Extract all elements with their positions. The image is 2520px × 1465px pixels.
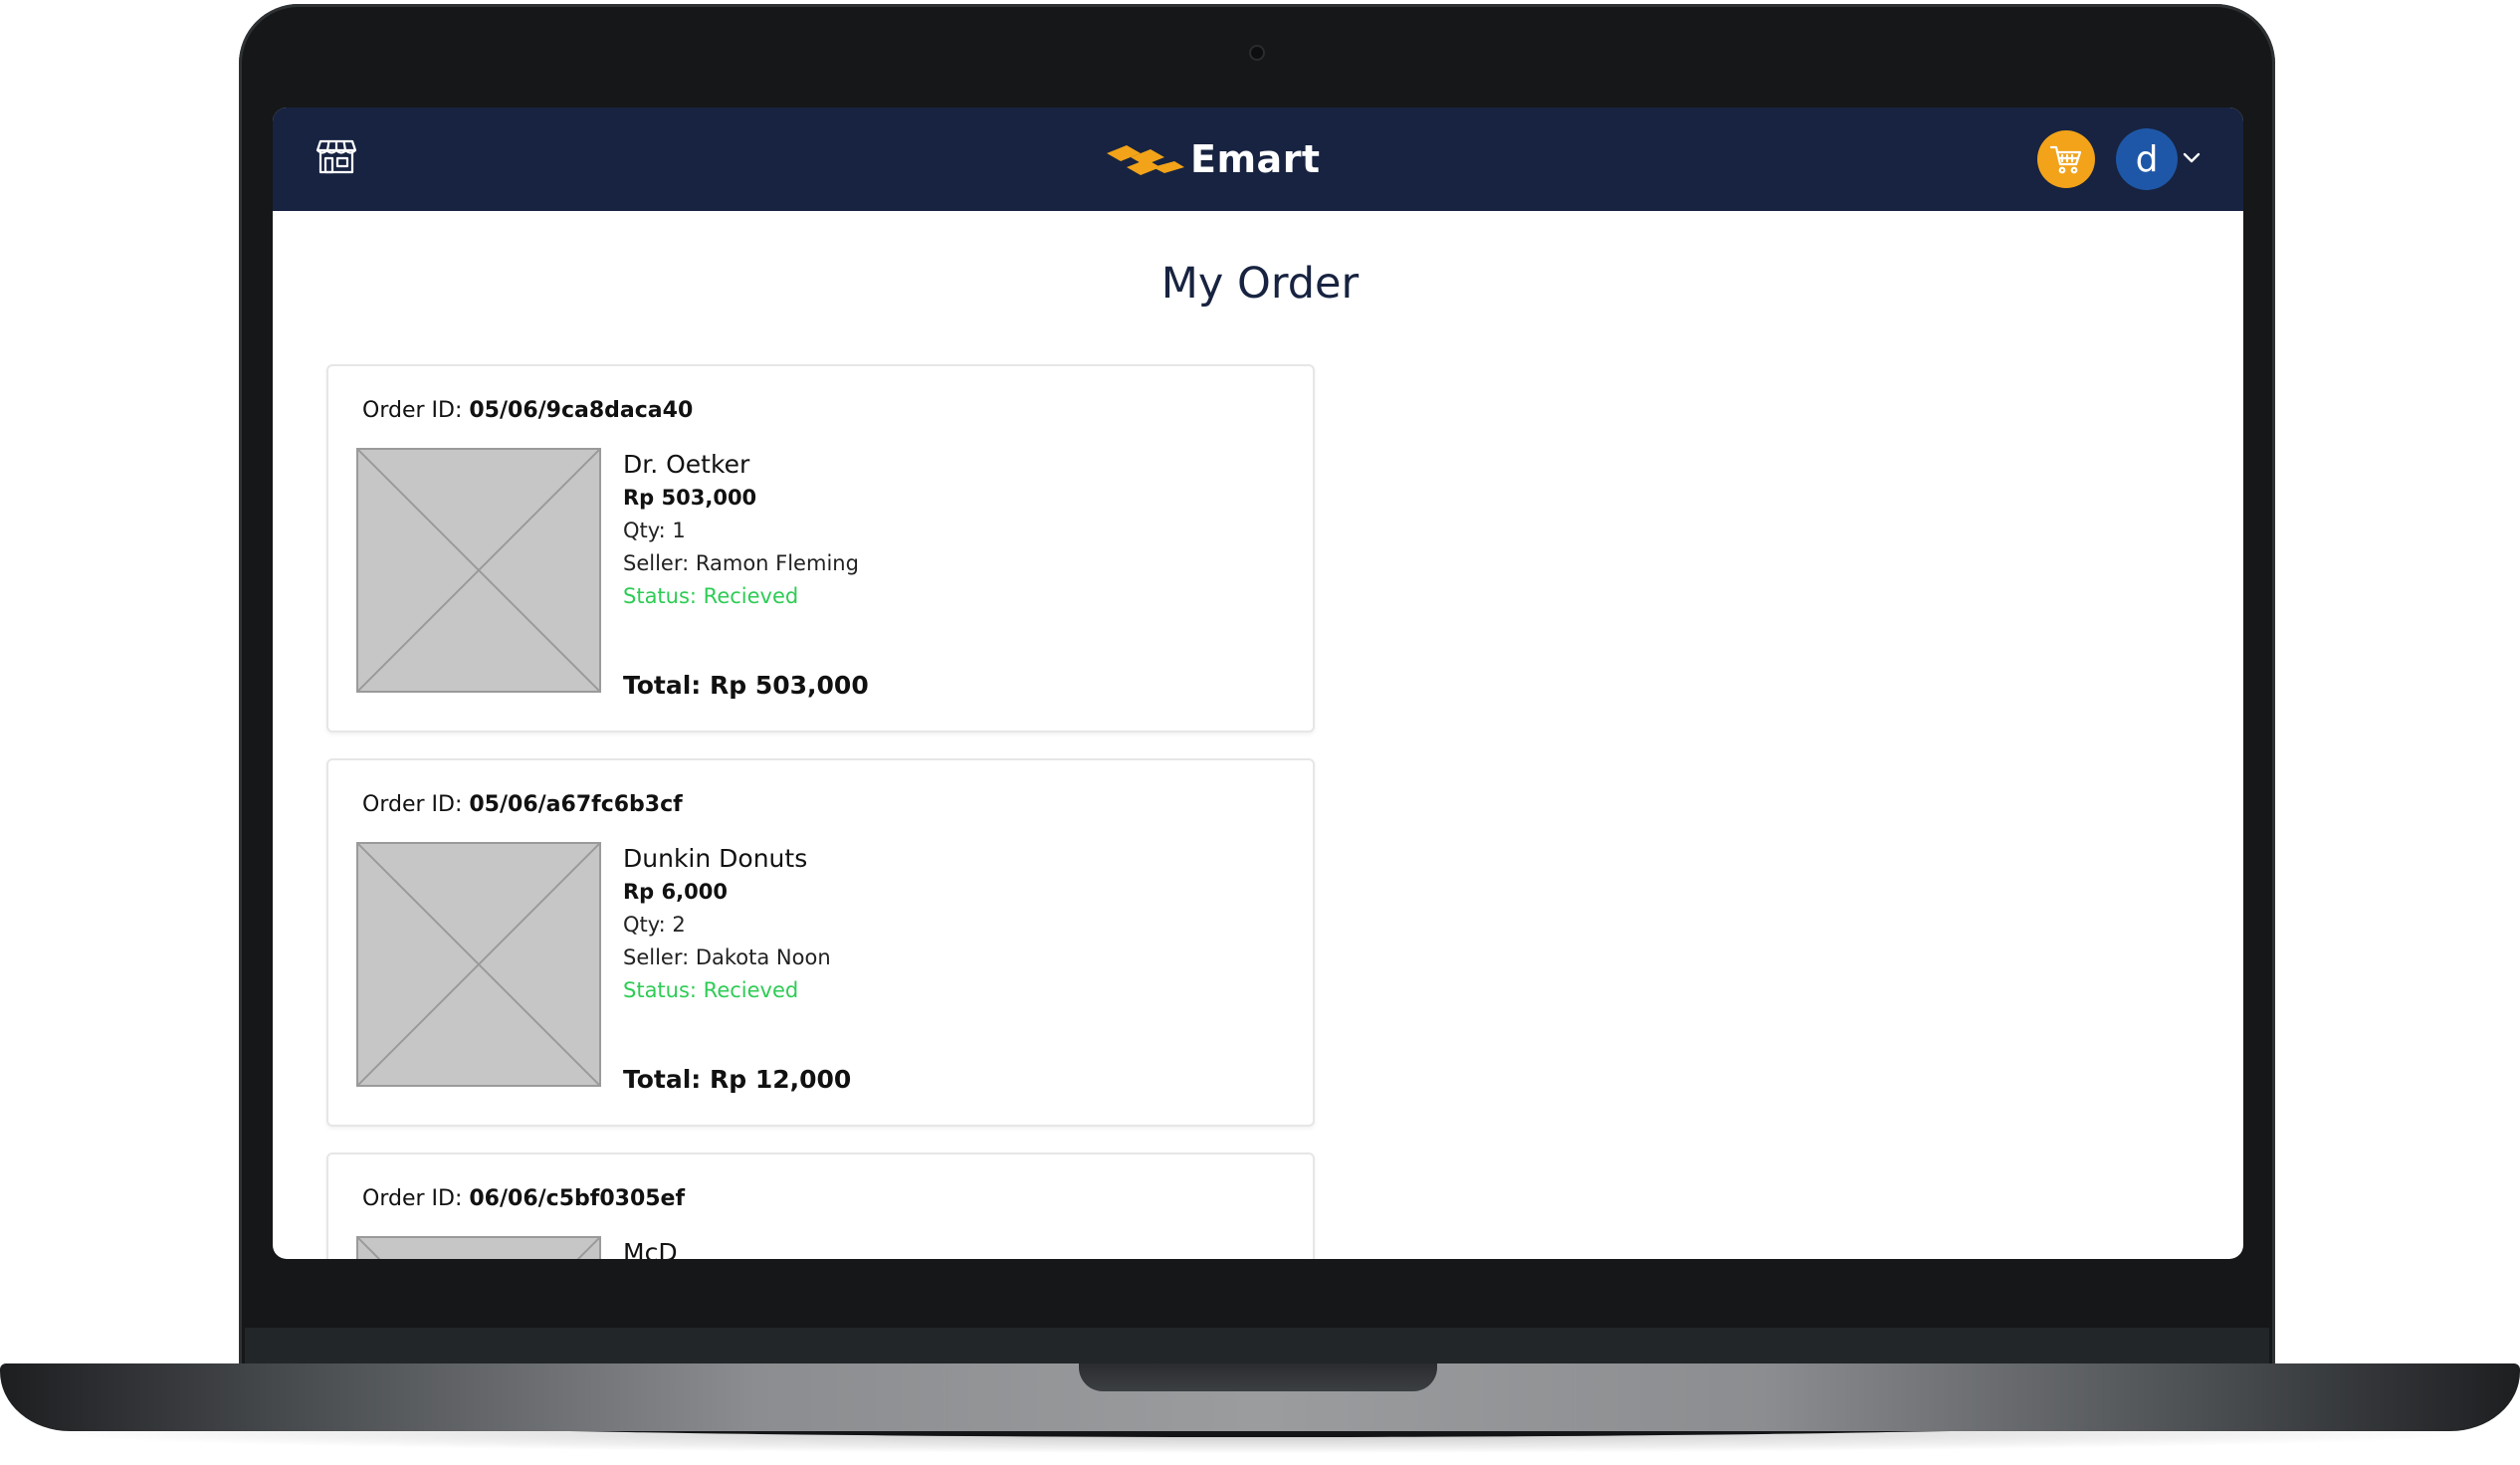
product-image-placeholder[interactable] — [356, 842, 601, 1087]
product-price: Rp 503,000 — [623, 486, 757, 510]
order-info: McD — [623, 1236, 678, 1259]
order-card: Order ID: 05/06/a67fc6b3cf Dunkin Donuts… — [326, 758, 1315, 1127]
brand-logo[interactable]: Emart — [1105, 129, 1321, 189]
order-id-value: 05/06/a67fc6b3cf — [469, 792, 683, 817]
product-image-placeholder[interactable] — [356, 448, 601, 693]
laptop-notch — [1079, 1363, 1437, 1391]
order-total: Total: Rp 503,000 — [623, 671, 869, 700]
order-id: Order ID: 05/06/9ca8daca40 — [362, 398, 693, 423]
order-id-label: Order ID: — [362, 1186, 470, 1211]
order-info: Dunkin Donuts Rp 6,000 Qty: 2 Seller: Da… — [623, 842, 831, 1007]
order-status: Status: Recieved — [623, 584, 799, 608]
order-info: Dr. Oetker Rp 503,000 Qty: 1 Seller: Ram… — [623, 448, 859, 613]
order-status: Status: Recieved — [623, 978, 799, 1002]
screen: Emart d My Order Order ID: 05/06/9ca8dac… — [273, 107, 2243, 1259]
camera-dot — [1251, 47, 1263, 59]
product-qty: Qty: 2 — [623, 913, 686, 937]
order-total: Total: Rp 12,000 — [623, 1065, 852, 1094]
logo-mark-icon — [1107, 145, 1184, 175]
order-id-label: Order ID: — [362, 792, 470, 817]
product-seller: Seller: Dakota Noon — [623, 945, 831, 969]
order-id: Order ID: 05/06/a67fc6b3cf — [362, 792, 683, 817]
product-image-placeholder[interactable] — [356, 1236, 601, 1259]
product-name[interactable]: Dunkin Donuts — [623, 842, 831, 876]
product-name[interactable]: McD — [623, 1236, 678, 1259]
order-id-value: 06/06/c5bf0305ef — [469, 1186, 686, 1211]
order-card: Order ID: 06/06/c5bf0305ef McD — [326, 1152, 1315, 1259]
product-seller: Seller: Ramon Fleming — [623, 551, 859, 575]
product-qty: Qty: 1 — [623, 519, 686, 542]
order-id-value: 05/06/9ca8daca40 — [469, 398, 694, 423]
order-id: Order ID: 06/06/c5bf0305ef — [362, 1186, 685, 1211]
shopping-cart-icon — [2049, 145, 2082, 174]
product-name[interactable]: Dr. Oetker — [623, 448, 859, 482]
order-card: Order ID: 05/06/9ca8daca40 Dr. Oetker Rp… — [326, 364, 1315, 732]
user-avatar[interactable]: d — [2116, 128, 2178, 190]
avatar-initial: d — [2135, 138, 2159, 180]
page-title: My Order — [1160, 259, 1360, 309]
chevron-down-icon[interactable] — [2182, 151, 2202, 165]
brand-name: Emart — [1190, 137, 1321, 181]
order-id-label: Order ID: — [362, 398, 470, 423]
navbar: Emart d — [273, 107, 2243, 211]
product-price: Rp 6,000 — [623, 880, 728, 904]
laptop-bezel-bottom — [245, 1328, 2269, 1367]
cart-button[interactable] — [2037, 130, 2095, 188]
store-icon[interactable] — [315, 133, 358, 177]
